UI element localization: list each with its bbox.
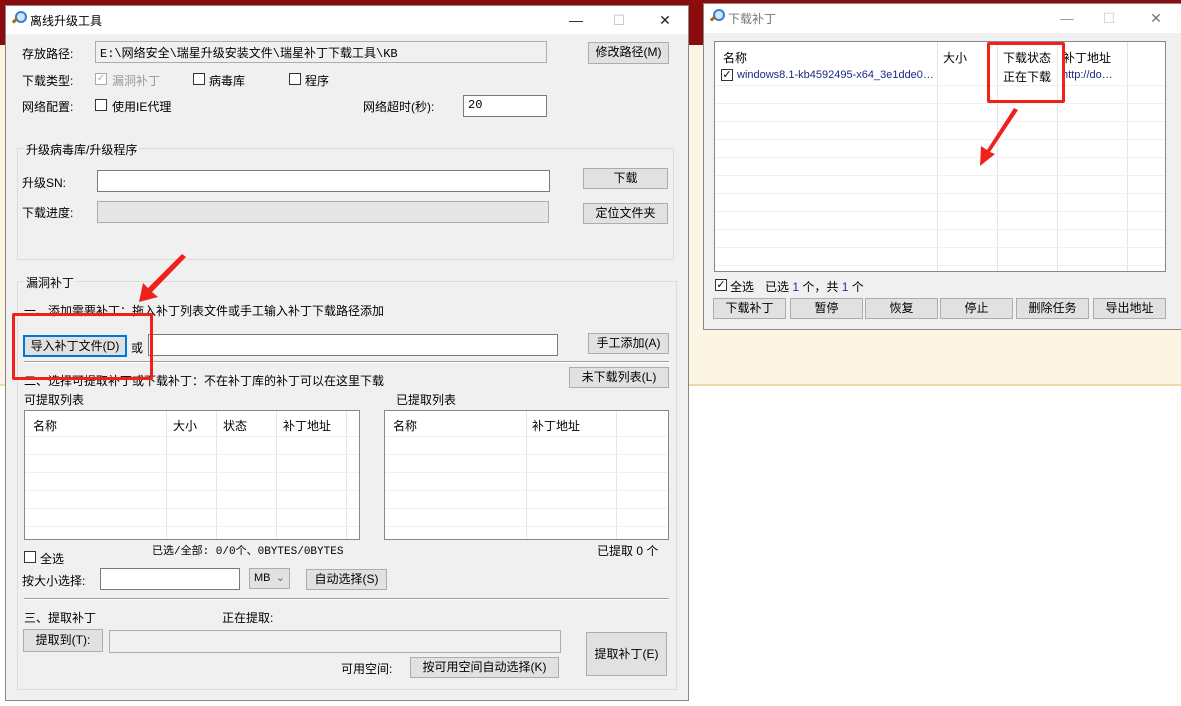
annotation-arrows	[139, 108, 1018, 302]
annotation-arrow-icon	[139, 254, 186, 302]
annotation-arrow-icon	[980, 108, 1018, 166]
